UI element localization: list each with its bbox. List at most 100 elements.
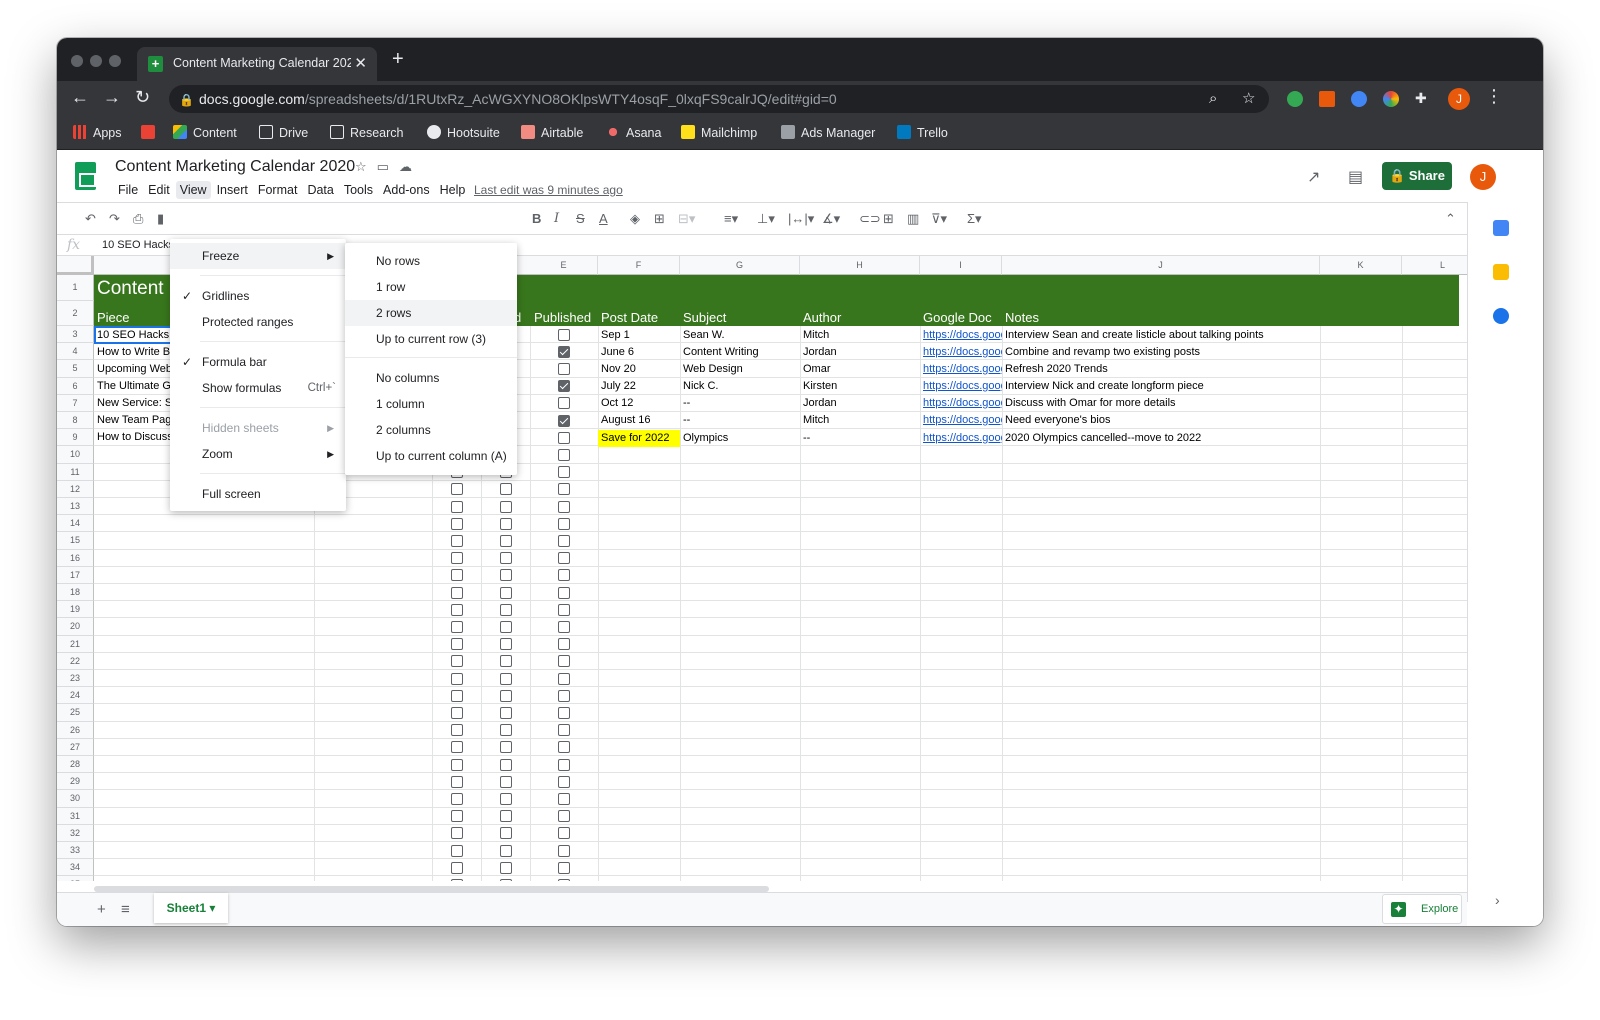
published-checkbox[interactable] — [558, 792, 570, 805]
header-piece[interactable]: Piece — [97, 310, 130, 325]
status-checkbox[interactable] — [500, 792, 512, 805]
row-header[interactable]: 1 — [57, 275, 94, 301]
status-checkbox[interactable] — [451, 534, 463, 547]
header-author[interactable]: Author — [803, 310, 841, 325]
cell-subject[interactable]: Web Design — [683, 361, 743, 377]
keep-icon[interactable] — [1493, 264, 1509, 280]
status-checkbox[interactable] — [451, 689, 463, 702]
collapse-toolbar-icon[interactable]: ⌃ — [1445, 211, 1456, 227]
published-checkbox[interactable] — [558, 689, 570, 702]
cell-author[interactable]: Jordan — [803, 395, 837, 411]
status-checkbox[interactable] — [500, 706, 512, 719]
row-header[interactable]: 2 — [57, 300, 94, 326]
published-checkbox[interactable] — [558, 552, 570, 565]
cell-piece[interactable]: The Ultimate Gu — [97, 378, 171, 394]
header-post-date[interactable]: Post Date — [601, 310, 658, 325]
redo-icon[interactable]: ↷ — [109, 211, 120, 227]
view-menu-protected-ranges[interactable]: Protected ranges — [170, 309, 346, 335]
cell-author[interactable]: -- — [803, 430, 810, 446]
bookmark-mailchimp[interactable]: Mailchimp — [681, 125, 757, 140]
cell-doc-link[interactable]: https://docs.goog — [923, 327, 1002, 343]
sheet-tab-sheet1[interactable]: Sheet1 ▾ — [154, 893, 228, 923]
freeze-1-column[interactable]: 1 column — [345, 391, 517, 417]
row-header[interactable]: 11 — [57, 463, 94, 481]
bookmark-star-icon[interactable]: ☆ — [1242, 85, 1255, 113]
status-checkbox[interactable] — [451, 655, 463, 668]
column-header-l[interactable]: L — [1402, 256, 1467, 275]
published-checkbox[interactable] — [558, 775, 570, 788]
status-checkbox[interactable] — [500, 827, 512, 840]
freeze-up-to-current-column[interactable]: Up to current column (A) — [345, 443, 517, 469]
status-checkbox[interactable] — [500, 517, 512, 530]
status-checkbox[interactable] — [451, 758, 463, 771]
view-menu-full-screen[interactable]: Full screen — [170, 481, 346, 507]
published-checkbox[interactable] — [558, 724, 570, 737]
freeze-no-rows[interactable]: No rows — [345, 248, 517, 274]
cell-doc-link[interactable]: https://docs.goog — [923, 412, 1002, 428]
published-checkbox[interactable] — [558, 483, 570, 496]
status-checkbox[interactable] — [500, 810, 512, 823]
minimize-window-button[interactable] — [90, 55, 102, 67]
bookmark-drive[interactable]: Drive — [259, 125, 308, 140]
status-checkbox[interactable] — [500, 775, 512, 788]
status-checkbox[interactable] — [451, 517, 463, 530]
cell-doc-link[interactable]: https://docs.goog — [923, 395, 1002, 411]
published-checkbox[interactable] — [558, 741, 570, 754]
cell-notes[interactable]: Need everyone's bios — [1005, 412, 1110, 428]
text-wrapping-icon[interactable]: |↔|▾ — [788, 211, 814, 227]
cell-post-date[interactable]: August 16 — [601, 412, 651, 428]
status-checkbox[interactable] — [451, 603, 463, 616]
status-checkbox[interactable] — [500, 878, 512, 881]
formula-input[interactable]: 10 SEO Hacks — [102, 239, 174, 251]
last-edit-link[interactable]: Last edit was 9 minutes ago — [474, 183, 623, 197]
column-header-f[interactable]: F — [598, 256, 680, 275]
published-checkbox[interactable] — [558, 362, 570, 375]
bookmark-research[interactable]: Research — [330, 125, 404, 140]
share-button[interactable]: 🔒 Share — [1382, 162, 1452, 190]
bookmark-trello[interactable]: Trello — [897, 125, 948, 140]
row-header[interactable]: 27 — [57, 738, 94, 756]
row-header[interactable]: 4 — [57, 343, 94, 361]
header-google-doc[interactable]: Google Doc — [923, 310, 992, 325]
freeze-2-rows[interactable]: 2 rows — [345, 300, 517, 326]
row-header[interactable]: 19 — [57, 601, 94, 619]
status-checkbox[interactable] — [500, 500, 512, 513]
cell-notes[interactable]: Discuss with Omar for more details — [1005, 395, 1176, 411]
fill-color-icon[interactable]: ◈ — [630, 211, 640, 227]
close-window-button[interactable] — [71, 55, 83, 67]
published-checkbox[interactable] — [558, 758, 570, 771]
status-checkbox[interactable] — [451, 552, 463, 565]
select-all-corner[interactable] — [57, 256, 94, 275]
menu-tools[interactable]: Tools — [340, 181, 377, 199]
status-checkbox[interactable] — [500, 689, 512, 702]
published-checkbox[interactable] — [558, 844, 570, 857]
status-checkbox[interactable] — [500, 586, 512, 599]
color-extension-icon[interactable] — [1383, 91, 1399, 107]
row-header[interactable]: 9 — [57, 429, 94, 447]
view-menu-show-formulas[interactable]: Show formulas Ctrl+` — [170, 375, 346, 401]
close-tab-icon[interactable]: ✕ — [354, 54, 367, 72]
cell-doc-link[interactable]: https://docs.goog — [923, 378, 1002, 394]
row-header[interactable]: 12 — [57, 480, 94, 498]
cell-notes[interactable]: Refresh 2020 Trends — [1005, 361, 1108, 377]
row-header[interactable]: 24 — [57, 687, 94, 705]
bold-icon[interactable]: B — [532, 211, 541, 226]
published-checkbox[interactable] — [558, 827, 570, 840]
bookmark-asana[interactable]: Asana — [606, 125, 661, 140]
cell-post-date[interactable]: Save for 2022 — [601, 430, 670, 446]
published-checkbox[interactable] — [558, 345, 570, 358]
address-bar[interactable]: 🔒 docs.google.com/spreadsheets/d/1RUtxRz… — [169, 85, 1269, 113]
menu-insert[interactable]: Insert — [213, 181, 252, 199]
published-checkbox[interactable] — [558, 569, 570, 582]
functions-icon[interactable]: Σ▾ — [967, 211, 982, 227]
sheet-title-cell[interactable]: Content — [97, 278, 164, 300]
row-header[interactable]: 15 — [57, 532, 94, 550]
text-color-icon[interactable]: A — [599, 211, 608, 226]
column-header-g[interactable]: G — [680, 256, 800, 275]
new-tab-icon[interactable]: + — [392, 48, 404, 71]
published-checkbox[interactable] — [558, 620, 570, 633]
published-checkbox[interactable] — [558, 706, 570, 719]
status-checkbox[interactable] — [500, 672, 512, 685]
row-header[interactable]: 30 — [57, 790, 94, 808]
grammarly-extension-icon[interactable] — [1287, 91, 1303, 107]
